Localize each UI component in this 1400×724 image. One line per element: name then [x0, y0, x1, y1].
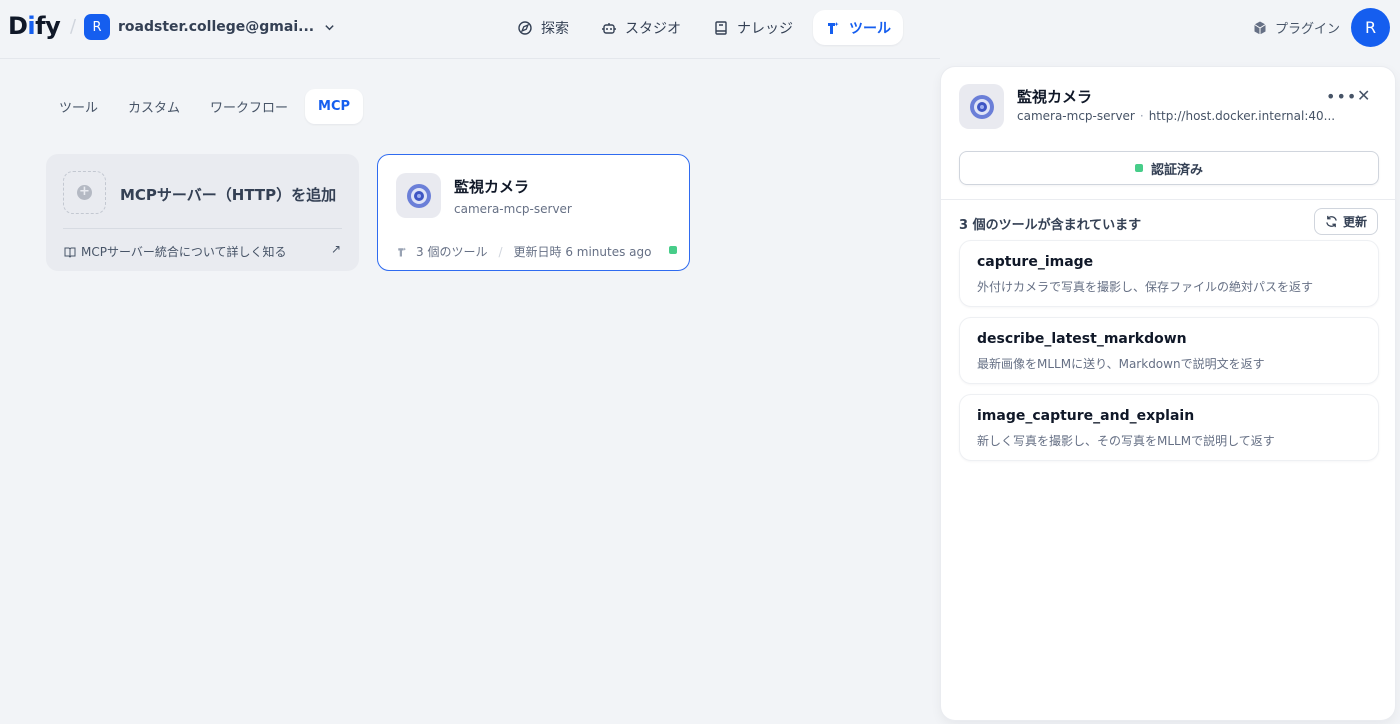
- refresh-icon: [1326, 215, 1337, 228]
- nav-explore[interactable]: 探索: [505, 10, 581, 45]
- workspace-name: roadster.college@gmai...: [118, 19, 315, 35]
- tool-item[interactable]: image_capture_and_explain 新しく写真を撮影し、その写真…: [959, 394, 1379, 461]
- add-mcp-server-card[interactable]: + MCPサーバー（HTTP）を追加 MCPサーバー統合について詳しく知る ↗: [46, 154, 359, 271]
- user-avatar[interactable]: R: [1351, 8, 1390, 47]
- tab-builtin-tools[interactable]: ツール: [46, 89, 111, 124]
- mcp-detail-panel: 監視カメラ camera-mcp-server · http://host.dock…: [941, 67, 1395, 720]
- tools-count-label: 3 個のツールが含まれています: [959, 218, 1142, 233]
- tool-description: 新しく写真を撮影し、その写真をMLLMで説明して返す: [977, 434, 1275, 448]
- plugin-button[interactable]: プラグイン: [1252, 18, 1340, 37]
- panel-server-url: http://host.docker.internal:40...: [1148, 109, 1336, 123]
- cube-icon: [1254, 21, 1266, 34]
- more-options-icon[interactable]: •••: [1326, 87, 1357, 106]
- main-nav: 探索 スタジオ ナレッジ ツール: [505, 10, 903, 45]
- mcp-docs-link[interactable]: MCPサーバー統合について詳しく知る: [64, 243, 287, 260]
- eye-lens-icon: [969, 94, 994, 119]
- camera-server-icon: [396, 173, 441, 218]
- workspace-avatar: R: [84, 14, 110, 40]
- tool-icon: [398, 247, 407, 256]
- tool-description: 最新画像をMLLMに送り、Markdownで説明文を返す: [977, 357, 1265, 371]
- server-card-id: camera-mcp-server: [454, 202, 572, 216]
- tab-workflow[interactable]: ワークフロー: [197, 89, 301, 124]
- tool-name: describe_latest_markdown: [977, 331, 1187, 347]
- authorized-button[interactable]: 認証済み: [959, 151, 1379, 185]
- tool-name: capture_image: [977, 254, 1094, 270]
- subtitle-separator: ·: [1139, 109, 1144, 123]
- nav-knowledge[interactable]: ナレッジ: [701, 10, 805, 45]
- top-header: Dify / R roadster.college@gmai... 探索 スタジ…: [0, 0, 1400, 56]
- add-mcp-title: MCPサーバー（HTTP）を追加: [120, 186, 337, 204]
- tab-mcp[interactable]: MCP: [305, 89, 364, 124]
- dify-logo[interactable]: Dify: [8, 12, 61, 40]
- plus-icon: +: [77, 185, 92, 200]
- chevron-down-icon: [325, 24, 334, 30]
- eye-lens-icon: [406, 183, 431, 208]
- robot-icon: [602, 22, 616, 34]
- external-link-icon[interactable]: ↗: [331, 242, 341, 256]
- tab-custom[interactable]: カスタム: [115, 89, 193, 124]
- close-icon[interactable]: ✕: [1357, 86, 1370, 105]
- add-card-divider: [63, 228, 342, 229]
- tool-category-tabs: ツール カスタム ワークフロー MCP: [46, 89, 364, 124]
- nav-studio[interactable]: スタジオ: [589, 10, 693, 45]
- nav-tools[interactable]: ツール: [813, 10, 903, 45]
- panel-server-id: camera-mcp-server: [1017, 109, 1135, 123]
- server-updated-time: 更新日時 6 minutes ago: [513, 245, 652, 259]
- server-tool-count: 3 個のツール: [416, 245, 488, 259]
- tool-name: image_capture_and_explain: [977, 408, 1195, 424]
- tool-description: 外付けカメラで写真を撮影し、保存ファイルの絶対パスを返す: [977, 280, 1314, 294]
- header-divider: [0, 58, 940, 59]
- tool-item[interactable]: describe_latest_markdown 最新画像をMLLMに送り、Ma…: [959, 317, 1379, 384]
- add-icon-box: +: [63, 171, 106, 214]
- book-icon: [715, 20, 727, 35]
- workspace-switcher[interactable]: R roadster.college@gmai...: [84, 14, 335, 40]
- server-card-footer: 3 個のツール / 更新日時 6 minutes ago: [396, 243, 651, 260]
- status-indicator: [669, 246, 677, 254]
- mcp-server-card[interactable]: 監視カメラ camera-mcp-server 3 個のツール / 更新日時 6…: [377, 154, 690, 271]
- footer-separator: /: [498, 244, 503, 259]
- compass-icon: [518, 20, 532, 35]
- panel-server-icon: [959, 84, 1004, 129]
- server-card-title: 監視カメラ: [454, 178, 530, 196]
- tool-item[interactable]: capture_image 外付けカメラで写真を撮影し、保存ファイルの絶対パスを…: [959, 240, 1379, 307]
- panel-title: 監視カメラ: [1017, 88, 1093, 106]
- panel-subtitle: camera-mcp-server · http://host.docker.int…: [1017, 109, 1335, 123]
- refresh-button[interactable]: 更新: [1314, 208, 1379, 235]
- tool-icon: [828, 21, 839, 34]
- header-separator: /: [70, 16, 77, 37]
- auth-status-dot: [1134, 164, 1143, 172]
- panel-divider: [941, 199, 1395, 200]
- book-open-icon: [64, 247, 76, 258]
